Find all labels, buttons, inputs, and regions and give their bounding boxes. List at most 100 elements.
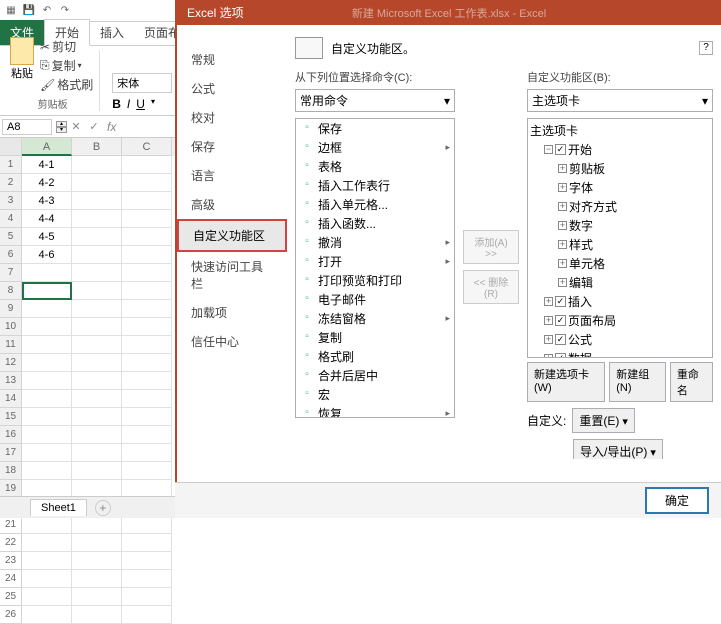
checkbox[interactable]: ✓: [555, 353, 566, 358]
nav-item[interactable]: 保存: [177, 132, 287, 161]
ok-button[interactable]: 确定: [645, 487, 709, 514]
checkbox[interactable]: ✓: [555, 334, 566, 345]
command-item[interactable]: ▫恢复▸: [296, 404, 454, 418]
checkbox[interactable]: ✓: [555, 144, 566, 155]
cell[interactable]: [122, 210, 172, 228]
cell[interactable]: [72, 282, 122, 300]
redo-icon[interactable]: ↷: [58, 4, 72, 18]
toggle-icon[interactable]: +: [558, 221, 567, 230]
cell[interactable]: [22, 408, 72, 426]
cell[interactable]: 4-2: [22, 174, 72, 192]
cell[interactable]: [22, 336, 72, 354]
cell[interactable]: [72, 264, 122, 282]
toggle-icon[interactable]: +: [558, 259, 567, 268]
nav-item[interactable]: 常规: [177, 45, 287, 74]
name-box[interactable]: [2, 119, 52, 135]
cell[interactable]: [122, 444, 172, 462]
row-header[interactable]: 12: [0, 354, 22, 372]
underline-button[interactable]: U: [136, 97, 145, 111]
col-header-c[interactable]: C: [122, 138, 172, 156]
tree-node[interactable]: +对齐方式: [530, 197, 710, 216]
cell[interactable]: [22, 372, 72, 390]
row-header[interactable]: 9: [0, 300, 22, 318]
cell[interactable]: [22, 588, 72, 606]
tree-node[interactable]: +字体: [530, 178, 710, 197]
row-header[interactable]: 10: [0, 318, 22, 336]
cell[interactable]: [72, 390, 122, 408]
toggle-icon[interactable]: +: [558, 183, 567, 192]
cell[interactable]: [72, 408, 122, 426]
command-item[interactable]: ▫插入单元格...: [296, 195, 454, 214]
row-header[interactable]: 23: [0, 552, 22, 570]
row-header[interactable]: 14: [0, 390, 22, 408]
toggle-icon[interactable]: +: [544, 316, 553, 325]
cell[interactable]: [22, 264, 72, 282]
select-all-corner[interactable]: [0, 138, 22, 156]
cell[interactable]: [122, 336, 172, 354]
command-item[interactable]: ▫保存: [296, 119, 454, 138]
tree-node[interactable]: +✓页面布局: [530, 311, 710, 330]
tree-node[interactable]: +数字: [530, 216, 710, 235]
command-item[interactable]: ▫表格: [296, 157, 454, 176]
cell[interactable]: [22, 606, 72, 624]
copy-button[interactable]: ⎘复制▾: [38, 56, 95, 75]
undo-icon[interactable]: ↶: [40, 4, 54, 18]
cell[interactable]: [122, 516, 172, 534]
command-item[interactable]: ▫撤消▸: [296, 233, 454, 252]
enter-icon[interactable]: ✓: [85, 120, 103, 133]
cell[interactable]: 4-6: [22, 246, 72, 264]
namebox-spinner[interactable]: ▴▾: [56, 121, 67, 133]
add-button[interactable]: 添加(A) >>: [463, 230, 519, 264]
nav-item[interactable]: 校对: [177, 103, 287, 132]
cell[interactable]: [122, 408, 172, 426]
cell[interactable]: [72, 318, 122, 336]
new-sheet-button[interactable]: +: [95, 500, 111, 516]
paste-button[interactable]: 粘贴: [10, 65, 34, 81]
cell[interactable]: [72, 192, 122, 210]
toggle-icon[interactable]: +: [558, 164, 567, 173]
nav-item[interactable]: 加载项: [177, 298, 287, 327]
toggle-icon[interactable]: +: [544, 335, 553, 344]
row-header[interactable]: 6: [0, 246, 22, 264]
tree-node[interactable]: +编辑: [530, 273, 710, 292]
import-export-dropdown[interactable]: 导入/导出(P) ▾: [573, 439, 663, 459]
font-name-combo[interactable]: 宋体: [112, 73, 172, 93]
cell[interactable]: [122, 354, 172, 372]
help-icon[interactable]: ?: [699, 41, 713, 55]
cell[interactable]: [72, 210, 122, 228]
cell[interactable]: [122, 552, 172, 570]
bold-button[interactable]: B: [112, 97, 121, 111]
cell[interactable]: [122, 174, 172, 192]
tree-node[interactable]: +单元格: [530, 254, 710, 273]
cell[interactable]: [72, 246, 122, 264]
cell[interactable]: [72, 300, 122, 318]
toggle-icon[interactable]: +: [558, 278, 567, 287]
cell[interactable]: [22, 552, 72, 570]
cell[interactable]: [122, 534, 172, 552]
commands-from-dropdown[interactable]: 常用命令▾: [295, 89, 455, 112]
cell[interactable]: [22, 444, 72, 462]
row-header[interactable]: 22: [0, 534, 22, 552]
save-icon[interactable]: 💾: [22, 4, 36, 18]
cell[interactable]: [72, 426, 122, 444]
row-header[interactable]: 5: [0, 228, 22, 246]
rename-button[interactable]: 重命名: [670, 362, 713, 402]
nav-item[interactable]: 语言: [177, 161, 287, 190]
nav-item[interactable]: 快速访问工具栏: [177, 252, 287, 298]
command-item[interactable]: ▫合并后居中: [296, 366, 454, 385]
cell[interactable]: [72, 570, 122, 588]
row-header[interactable]: 17: [0, 444, 22, 462]
row-header[interactable]: 8: [0, 282, 22, 300]
cell[interactable]: [72, 462, 122, 480]
cell[interactable]: [22, 300, 72, 318]
cell[interactable]: [22, 570, 72, 588]
cell[interactable]: [122, 462, 172, 480]
nav-item[interactable]: 信任中心: [177, 327, 287, 356]
cell[interactable]: [22, 282, 72, 300]
command-list[interactable]: ▫保存▫边框▸▫表格▫插入工作表行▫插入单元格...▫插入函数...▫撤消▸▫打…: [295, 118, 455, 418]
tab-insert[interactable]: 插入: [90, 20, 134, 45]
cell[interactable]: [72, 174, 122, 192]
cell[interactable]: [22, 534, 72, 552]
new-tab-button[interactable]: 新建选项卡(W): [527, 362, 605, 402]
checkbox[interactable]: ✓: [555, 315, 566, 326]
